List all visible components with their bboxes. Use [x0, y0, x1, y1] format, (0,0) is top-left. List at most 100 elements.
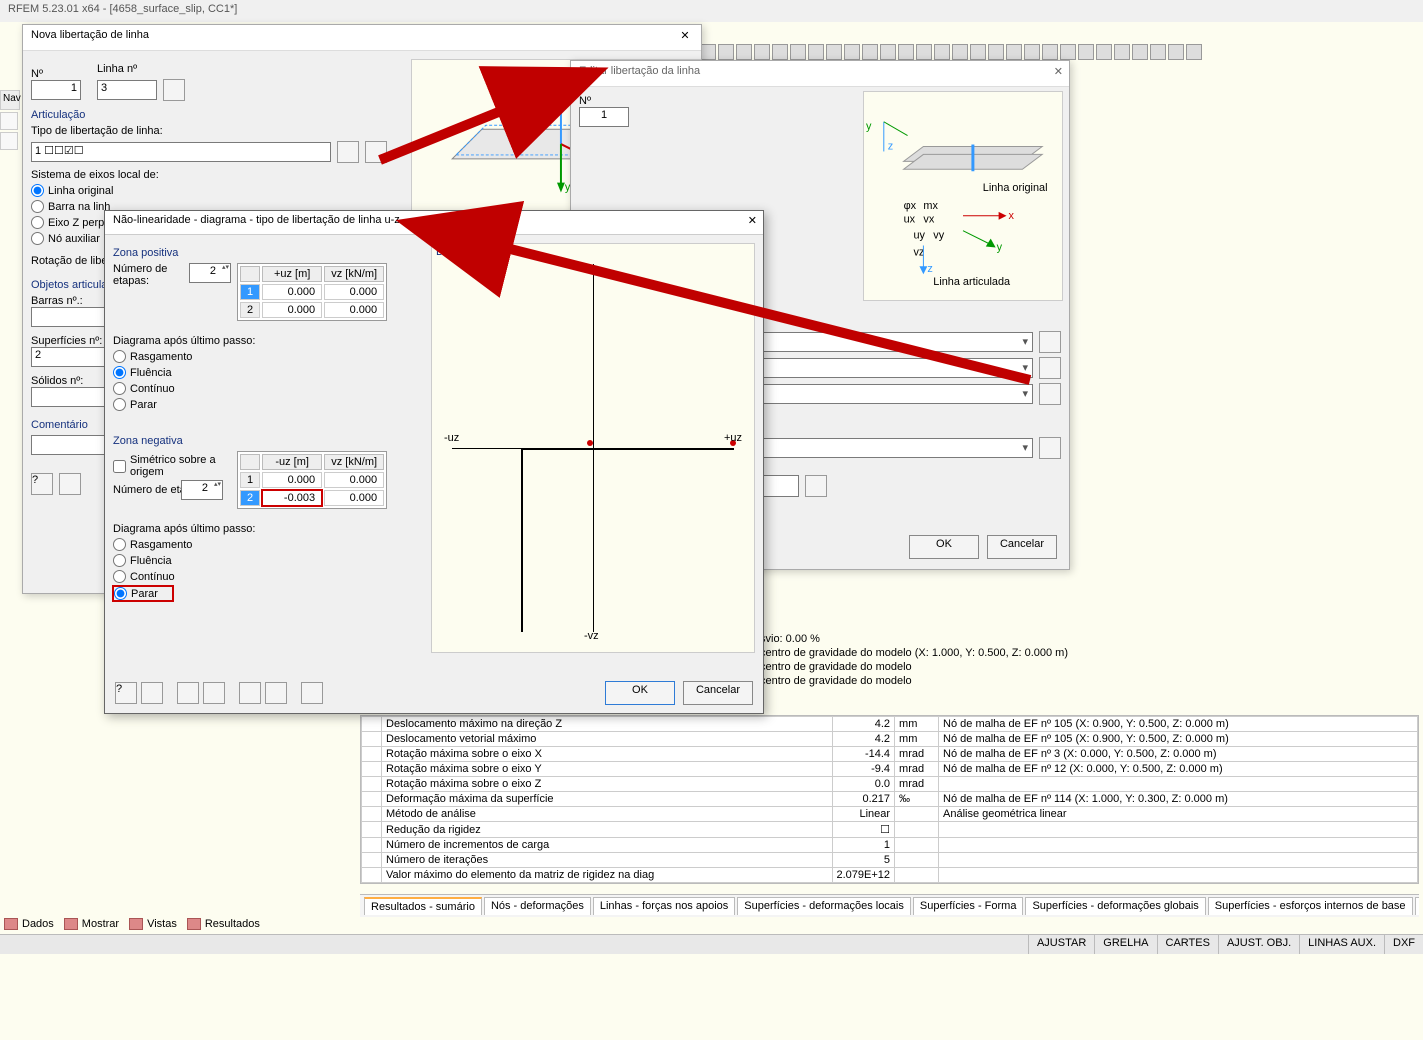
toolbar-icon[interactable]: [970, 44, 986, 60]
cell-vz[interactable]: 0.000: [324, 302, 384, 318]
help-icon[interactable]: ?: [115, 682, 137, 704]
radio-input[interactable]: [113, 554, 126, 567]
etapas-neg-spinner[interactable]: 2: [181, 480, 223, 500]
toolbar-icon[interactable]: [1114, 44, 1130, 60]
edit-no-input[interactable]: 1: [579, 107, 629, 127]
radio-input[interactable]: [113, 382, 126, 395]
status-cell[interactable]: CARTES: [1157, 935, 1218, 954]
simetrico-check[interactable]: Simétrico sobre a origem: [113, 454, 231, 478]
open-icon[interactable]: [177, 682, 199, 704]
radio-neg-fluencia[interactable]: Fluência: [113, 554, 423, 567]
toolbar-icon[interactable]: [1168, 44, 1184, 60]
cancel-button[interactable]: Cancelar: [683, 681, 753, 705]
rownum[interactable]: 1: [240, 472, 260, 488]
nl-edit-icon[interactable]: [1039, 357, 1061, 379]
cell-uz[interactable]: 0.000: [262, 472, 322, 488]
cell-vz[interactable]: 0.000: [324, 284, 384, 300]
no-input[interactable]: 1: [31, 80, 81, 100]
new-type-icon[interactable]: [337, 141, 359, 163]
close-icon[interactable]: ✕: [748, 214, 757, 227]
close-icon[interactable]: ✕: [675, 29, 695, 47]
edit-type-icon[interactable]: [365, 141, 387, 163]
toolbar-icon[interactable]: [718, 44, 734, 60]
cell-uz-highlighted[interactable]: -0.003: [262, 490, 322, 506]
radio-input[interactable]: [114, 587, 127, 600]
cancel-button[interactable]: Cancelar: [987, 535, 1057, 559]
toolbar-icon[interactable]: [1150, 44, 1166, 60]
toolbar-icon[interactable]: [880, 44, 896, 60]
toolbar-icon[interactable]: [898, 44, 914, 60]
toolbar-icon[interactable]: [790, 44, 806, 60]
radio-fluencia[interactable]: Fluência: [113, 366, 423, 379]
radio-rasgamento[interactable]: Rasgamento: [113, 350, 423, 363]
toolbar-icon[interactable]: [1096, 44, 1112, 60]
ok-button[interactable]: OK: [605, 681, 675, 705]
bottom-tab[interactable]: Vistas: [129, 918, 177, 930]
toolbar-icon[interactable]: [988, 44, 1004, 60]
toolbar-icon[interactable]: [1006, 44, 1022, 60]
close-icon[interactable]: ✕: [1054, 65, 1063, 78]
nl-edit-icon[interactable]: [1039, 383, 1061, 405]
solidos-input[interactable]: [31, 387, 111, 407]
results-tab[interactable]: Linhas - forças nos apoios: [593, 897, 735, 915]
radio-input[interactable]: [31, 232, 44, 245]
toolbar-icon[interactable]: [862, 44, 878, 60]
line-no-combo[interactable]: 3: [97, 80, 157, 100]
toolbar-icon[interactable]: [736, 44, 752, 60]
radio-parar[interactable]: Parar: [113, 398, 423, 411]
toolbar-icon[interactable]: [1132, 44, 1148, 60]
toolbar-icon[interactable]: [1042, 44, 1058, 60]
status-cell[interactable]: GRELHA: [1094, 935, 1156, 954]
radio-continuo[interactable]: Contínuo: [113, 382, 423, 395]
barras-input[interactable]: [31, 307, 111, 327]
rownum[interactable]: 2: [240, 490, 260, 506]
status-cell[interactable]: DXF: [1384, 935, 1423, 954]
units-icon[interactable]: [141, 682, 163, 704]
toolbar-icon[interactable]: [1078, 44, 1094, 60]
results-tab[interactable]: Superfícies - deformações locais: [737, 897, 911, 915]
radio-input[interactable]: [113, 398, 126, 411]
type-combo[interactable]: 1 ☐☐☑☐: [31, 142, 331, 162]
radio-input[interactable]: [113, 538, 126, 551]
side-icon[interactable]: [0, 132, 18, 150]
radio-input[interactable]: [113, 350, 126, 363]
nl-edit-icon[interactable]: [1039, 437, 1061, 459]
help-icon[interactable]: ?: [31, 473, 53, 495]
radio-input[interactable]: [113, 570, 126, 583]
ok-button[interactable]: OK: [909, 535, 979, 559]
radio-neg-parar-highlighted[interactable]: Parar: [113, 586, 173, 601]
results-tab[interactable]: Superfícies - esforços internos de base: [1208, 897, 1413, 915]
bottom-tab[interactable]: Dados: [4, 918, 54, 930]
results-tab[interactable]: Nós - deformações: [484, 897, 591, 915]
results-tab[interactable]: Superfícies - Forma: [913, 897, 1024, 915]
units-icon[interactable]: [59, 473, 81, 495]
toolbar-icon[interactable]: [1186, 44, 1202, 60]
radio-input[interactable]: [113, 366, 126, 379]
pick-icon[interactable]: [163, 79, 185, 101]
calc-icon[interactable]: [301, 682, 323, 704]
toolbar-icon[interactable]: [1060, 44, 1076, 60]
comentario-input[interactable]: [31, 435, 111, 455]
bottom-tab[interactable]: Mostrar: [64, 918, 119, 930]
side-icon[interactable]: [0, 112, 18, 130]
toolbar-icon[interactable]: [1024, 44, 1040, 60]
results-tab[interactable]: Superfícies - deformações globais: [1025, 897, 1205, 915]
cell-uz[interactable]: 0.000: [262, 284, 322, 300]
radio-input[interactable]: [31, 184, 44, 197]
radio-input[interactable]: [31, 216, 44, 229]
radio-input[interactable]: [31, 200, 44, 213]
status-cell[interactable]: LINHAS AUX.: [1299, 935, 1384, 954]
toolbar-icon[interactable]: [934, 44, 950, 60]
etapas-pos-spinner[interactable]: 2: [189, 263, 231, 283]
bottom-tab[interactable]: Resultados: [187, 918, 260, 930]
results-tab[interactable]: Resultados - sumário: [364, 897, 482, 915]
excel-import-icon[interactable]: [239, 682, 261, 704]
nl-edit-icon[interactable]: [1039, 331, 1061, 353]
toolbar-icon[interactable]: [916, 44, 932, 60]
superficies-input[interactable]: 2: [31, 347, 111, 367]
radio-neg-rasgamento[interactable]: Rasgamento: [113, 538, 423, 551]
toolbar-icon[interactable]: [754, 44, 770, 60]
cell-uz[interactable]: 0.000: [262, 302, 322, 318]
toolbar-icon[interactable]: [808, 44, 824, 60]
radio-neg-continuo[interactable]: Contínuo: [113, 570, 423, 583]
